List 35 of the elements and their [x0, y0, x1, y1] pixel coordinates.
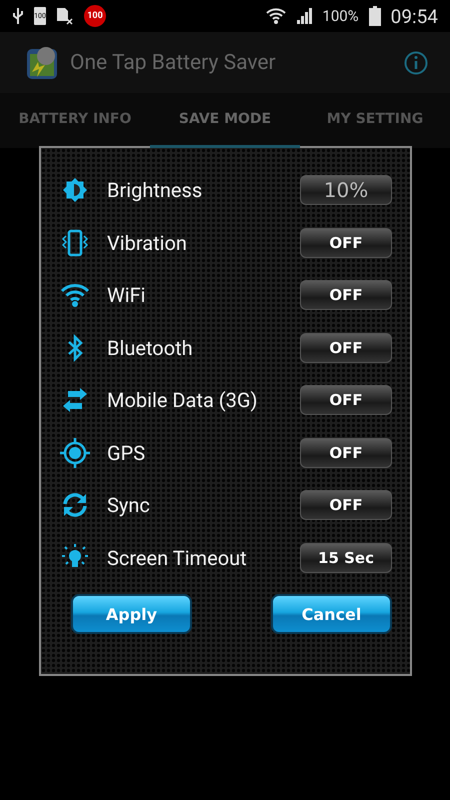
cancel-button[interactable]: Cancel: [271, 594, 392, 634]
setting-label: Mobile Data (3G): [107, 388, 258, 412]
wifi-icon: [59, 282, 91, 308]
toggle-button[interactable]: 15 Sec: [300, 542, 392, 573]
toggle-button[interactable]: OFF: [300, 332, 392, 363]
notification-badge: 100: [84, 5, 106, 27]
app-title: One Tap Battery Saver: [70, 50, 277, 74]
value-button[interactable]: 10%: [300, 175, 392, 206]
location-target-icon: [59, 436, 91, 469]
setting-label: GPS: [107, 440, 146, 465]
toggle-button[interactable]: OFF: [300, 280, 392, 310]
app-logo-icon: [26, 46, 60, 80]
info-icon[interactable]: [404, 50, 428, 74]
setting-label: Bluetooth: [107, 336, 194, 360]
wifi-icon: [266, 7, 286, 25]
toggle-button[interactable]: OFF: [300, 438, 392, 468]
toggle-button[interactable]: OFF: [300, 385, 392, 416]
toggle-button[interactable]: OFF: [300, 228, 392, 258]
sync-icon: [61, 491, 89, 520]
setting-label: Screen Timeout: [107, 546, 248, 570]
toggle-button[interactable]: OFF: [300, 490, 392, 520]
setting-label: WiFi: [107, 283, 147, 308]
brightness-icon: [62, 177, 88, 204]
usb-icon: [12, 7, 24, 25]
battery-icon: [368, 6, 381, 26]
arrows-icon: [62, 388, 88, 412]
setting-label: Vibration: [107, 230, 188, 255]
vibrating-phone-icon: [60, 228, 90, 257]
apply-button[interactable]: Apply: [71, 594, 192, 634]
battery-percent: 100%: [322, 7, 359, 25]
signal-icon: [296, 8, 312, 24]
setting-label: Sync: [107, 493, 151, 518]
setting-label: Brightness: [107, 178, 204, 202]
sim-card-icon: [56, 7, 74, 25]
clock: 09:54: [390, 4, 438, 28]
